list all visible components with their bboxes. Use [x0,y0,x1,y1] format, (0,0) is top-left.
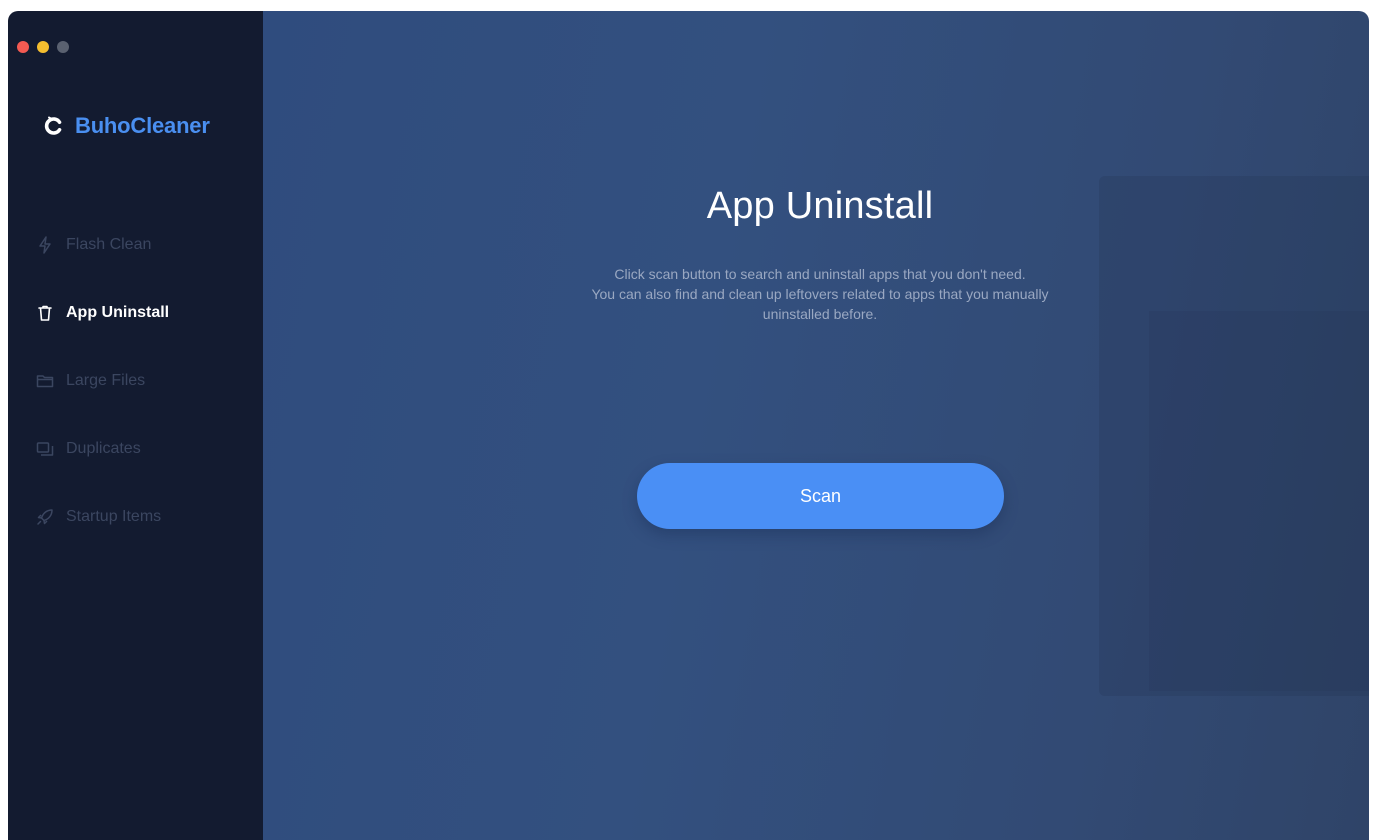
app-window: BuhoCleaner Flash Clean App Uninstall La… [8,11,1369,840]
background-decoration [1149,311,1369,691]
scan-button[interactable]: Scan [637,463,1004,529]
sidebar-item-duplicates[interactable]: Duplicates [8,415,263,483]
close-window-button[interactable] [17,41,29,53]
sidebar-item-app-uninstall[interactable]: App Uninstall [8,279,263,347]
minimize-window-button[interactable] [37,41,49,53]
sidebar-item-large-files[interactable]: Large Files [8,347,263,415]
main-panel: App Uninstall Click scan button to searc… [263,11,1369,840]
sidebar-item-flash-clean[interactable]: Flash Clean [8,211,263,279]
flash-icon [39,236,51,254]
sidebar: BuhoCleaner Flash Clean App Uninstall La… [8,11,263,840]
brand-name: BuhoCleaner [75,113,210,138]
sidebar-item-label: Flash Clean [66,236,152,253]
page-description: Click scan button to search and uninstal… [263,264,1369,324]
buhocleaner-logo-icon [44,116,62,135]
folder-icon [36,375,54,388]
duplicates-icon [36,442,54,456]
description-line: Click scan button to search and uninstal… [614,266,1026,282]
brand: BuhoCleaner [43,113,210,139]
sidebar-item-label: Large Files [66,372,146,389]
sidebar-item-label: Duplicates [66,440,141,457]
description-line: uninstalled before. [762,306,878,322]
description-line: You can also find and clean up leftovers… [591,286,1049,302]
page-title: App Uninstall [706,185,934,227]
trash-icon [38,305,52,321]
window-controls [17,41,69,53]
sidebar-item-label: Startup Items [66,508,162,525]
zoom-window-button[interactable] [57,41,69,53]
rocket-icon [37,509,53,525]
sidebar-item-label: App Uninstall [66,304,170,321]
sidebar-item-startup-items[interactable]: Startup Items [8,483,263,551]
sidebar-nav: Flash Clean App Uninstall Large Files Du… [8,211,263,551]
